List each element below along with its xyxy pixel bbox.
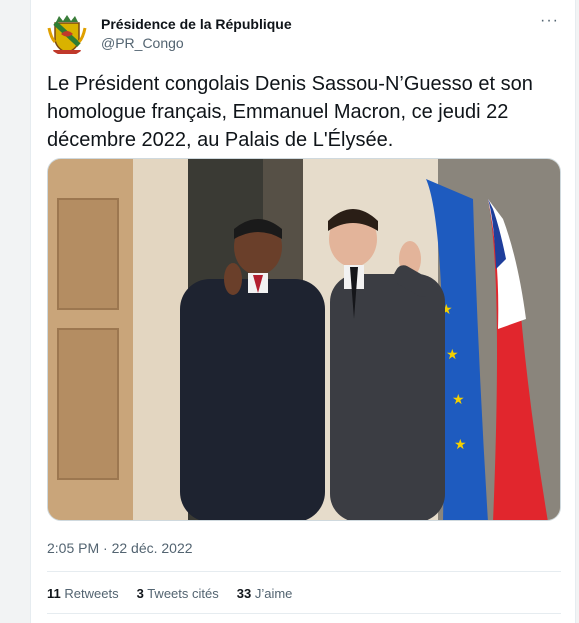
quote-tweets-stat[interactable]: 3 Tweets cités [137,586,219,601]
divider [47,613,561,614]
tweet-text: Le Président congolais Denis Sassou-N’Gu… [47,73,533,151]
svg-text:★: ★ [446,347,459,363]
tweet-card: Présidence de la République @PR_Congo ··… [30,0,576,623]
tweet-timestamp[interactable]: 2:05 PM · 22 déc. 2022 [47,540,193,556]
likes-stat[interactable]: 33 J’aime [237,586,293,601]
svg-text:★: ★ [452,392,465,408]
more-options-icon[interactable]: ··· [540,12,559,30]
coat-of-arms-icon[interactable] [45,12,89,56]
retweets-label: Retweets [64,586,119,601]
tweet-photo[interactable]: ★ ★ ★ ★ [47,158,561,521]
engagement-stats: 11 Retweets 3 Tweets cités 33 J’aime [47,586,292,601]
likes-label: J’aime [254,586,293,601]
retweets-stat[interactable]: 11 Retweets [47,586,119,601]
likes-count: 33 [236,586,252,601]
quote-tweets-label: Tweets cités [147,586,219,601]
svg-text:★: ★ [454,437,467,453]
handle[interactable]: @PR_Congo [101,35,184,51]
quote-tweets-count: 3 [136,586,144,601]
divider [47,571,561,572]
display-name[interactable]: Présidence de la République [101,16,292,32]
retweets-count: 11 [47,586,61,601]
